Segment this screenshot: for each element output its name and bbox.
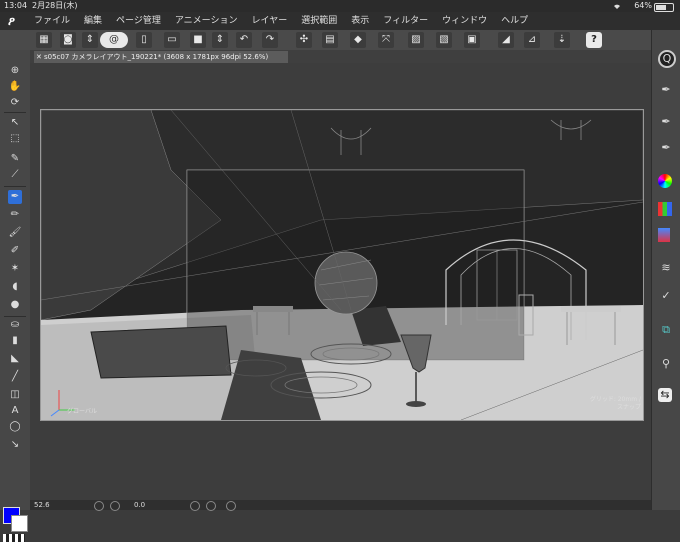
menu-item[interactable]: ファイル: [34, 12, 70, 30]
ruler-tool-icon[interactable]: ◫: [8, 388, 22, 402]
fill-icon[interactable]: ⛀: [8, 318, 22, 332]
snap-label: スナップ: [616, 404, 641, 411]
menu-bar: ዖ ファイル 編集 ページ管理 アニメーション レイヤー 選択範囲 表示 フィルター ウィンドウ…: [0, 12, 680, 30]
layer-property-icon[interactable]: ✓: [658, 288, 674, 304]
fill-icon[interactable]: ▤: [322, 32, 338, 48]
sub-tool-icon[interactable]: ✒: [658, 82, 674, 98]
frame-border-icon[interactable]: ╱: [8, 370, 22, 384]
open-folder-icon[interactable]: ▭: [164, 32, 180, 48]
balloon-icon[interactable]: ◯: [8, 420, 22, 434]
airbrush-icon[interactable]: ✐: [8, 244, 22, 258]
eyedropper-icon[interactable]: ✎: [8, 152, 22, 166]
grid-label: グリッド: 20mm /: [589, 396, 641, 403]
canvas-frame-icon[interactable]: ■: [190, 32, 206, 48]
selection-icon[interactable]: ▧: [436, 32, 452, 48]
menu-item[interactable]: 表示: [351, 12, 369, 30]
menu-item[interactable]: ウィンドウ: [442, 12, 487, 30]
eyedropper-icon[interactable]: ⟋: [8, 168, 22, 182]
blend-icon[interactable]: ●: [8, 298, 22, 312]
sub-color-swatch[interactable]: [11, 515, 28, 532]
eraser-icon[interactable]: ◆: [350, 32, 366, 48]
grid-snap-info: グリッド: 20mm / スナップ: [590, 396, 641, 412]
close-icon[interactable]: ✕: [36, 51, 42, 63]
zoom-icon[interactable]: ⊕: [8, 64, 22, 78]
transparent-color-swatch[interactable]: [3, 534, 25, 542]
canvas-scene[interactable]: グローバル グリッド: 20mm / スナップ: [40, 109, 644, 421]
sync-icon[interactable]: ⇆: [658, 388, 672, 402]
rotate-icon[interactable]: ⟳: [8, 96, 22, 110]
menu-items: ファイル 編集 ページ管理 アニメーション レイヤー 選択範囲 表示 フィルター ウィンドウ ヘル…: [34, 12, 528, 30]
color-wheel-icon[interactable]: [658, 174, 672, 188]
global-coordinate-label: グローバル: [67, 408, 97, 415]
up-down-arrows-icon[interactable]: ⇕: [212, 32, 228, 48]
separator: [4, 186, 26, 187]
battery-percentage: 64%: [634, 1, 652, 10]
selection-icon[interactable]: ▣: [464, 32, 480, 48]
figure-icon[interactable]: ◣: [8, 352, 22, 366]
redo-icon[interactable]: ↷: [262, 32, 278, 48]
palette-dock: Q ✒ ✒ ✒ ≋ ✓ ⧉ ⚲ ⇆: [651, 30, 680, 510]
rotation-value[interactable]: 0.0: [134, 500, 145, 510]
menu-item[interactable]: アニメーション: [175, 12, 238, 30]
menu-item[interactable]: フィルター: [383, 12, 428, 30]
tool-property-icon[interactable]: ✒: [658, 114, 674, 130]
document-title: s05c07 カメラレイアウト_190221* (3608 x 1781px 9…: [44, 53, 269, 61]
document-tab-bar: ✕ s05c07 カメラレイアウト_190221* (3608 x 1781px…: [30, 50, 651, 63]
3d-layout-render: [41, 110, 643, 420]
spiral-icon[interactable]: @: [100, 32, 128, 48]
canvas-bottom-bar: 52.6 0.0: [30, 500, 651, 511]
gradient-icon[interactable]: ▮: [8, 334, 22, 348]
new-page-icon[interactable]: ▯: [136, 32, 152, 48]
correct-line-icon[interactable]: ↘: [8, 438, 22, 452]
grid-icon[interactable]: ▦: [36, 32, 52, 48]
menu-item[interactable]: レイヤー: [252, 12, 288, 30]
brush-icon[interactable]: 🖌: [8, 226, 22, 240]
menu-item[interactable]: 編集: [84, 12, 102, 30]
app-logo-icon[interactable]: ዖ: [8, 14, 22, 28]
text-icon[interactable]: A: [8, 404, 22, 418]
undo-icon[interactable]: ↶: [236, 32, 252, 48]
pen-pressure-icon[interactable]: ⇣: [554, 32, 570, 48]
pen-icon[interactable]: ✒: [8, 190, 22, 204]
operation-icon[interactable]: ↖: [8, 116, 22, 130]
status-time: 13:04: [4, 1, 28, 10]
document-tab[interactable]: ✕ s05c07 カメラレイアウト_190221* (3608 x 1781px…: [34, 51, 288, 63]
tool-palette: ⊕ ✋ ⟳ ↖ ⬚ ✎ ⟋ ✒ ✏ 🖌 ✐ ✶ ◖ ● ⛀ ▮ ◣ ╱ ◫ A …: [0, 50, 31, 542]
ruler-icon[interactable]: ◢: [498, 32, 514, 48]
separator: [4, 112, 26, 113]
status-date: 2月28日(木): [32, 1, 78, 10]
menu-item[interactable]: ヘルプ: [501, 12, 528, 30]
selection-marquee-icon[interactable]: ⬚: [8, 132, 22, 146]
separator: [4, 316, 26, 317]
decoration-icon[interactable]: ✶: [8, 262, 22, 276]
select-icon[interactable]: ▨: [408, 32, 424, 48]
transform-icon[interactable]: ⤧: [378, 32, 394, 48]
hand-icon[interactable]: ✋: [8, 80, 22, 94]
menu-item[interactable]: ページ管理: [116, 12, 161, 30]
up-down-arrows-icon[interactable]: ⇕: [82, 32, 98, 48]
color-set-icon[interactable]: [658, 202, 672, 216]
material-icon[interactable]: ⧉: [658, 322, 674, 338]
zoom-value[interactable]: 52.6: [34, 500, 50, 510]
layer-icon[interactable]: ≋: [658, 260, 674, 276]
intermediate-color-icon[interactable]: [658, 228, 670, 242]
command-bar: ▦ ◙ ⇕ @ ▯ ▭ ■ ⇕ ↶ ↷ ✣ ▤ ◆ ⤧ ▨ ▧ ▣ ◢ ⊿ ⇣ …: [0, 30, 680, 51]
auto-action-icon[interactable]: ⚲: [658, 356, 674, 372]
eraser-icon[interactable]: ◖: [8, 280, 22, 294]
clear-icon[interactable]: ✣: [296, 32, 312, 48]
brush-size-icon[interactable]: ✒: [658, 140, 674, 156]
ios-status-bar: 13:04 2月28日(木) 64%: [0, 0, 680, 12]
menu-item[interactable]: 選択範囲: [301, 12, 337, 30]
camera-icon[interactable]: ◙: [60, 32, 76, 48]
help-icon[interactable]: ?: [586, 32, 602, 48]
pencil-icon[interactable]: ✏: [8, 208, 22, 222]
navigator-icon[interactable]: Q: [658, 50, 676, 68]
perspective-ruler-icon[interactable]: ⊿: [524, 32, 540, 48]
battery-icon: [654, 3, 674, 12]
